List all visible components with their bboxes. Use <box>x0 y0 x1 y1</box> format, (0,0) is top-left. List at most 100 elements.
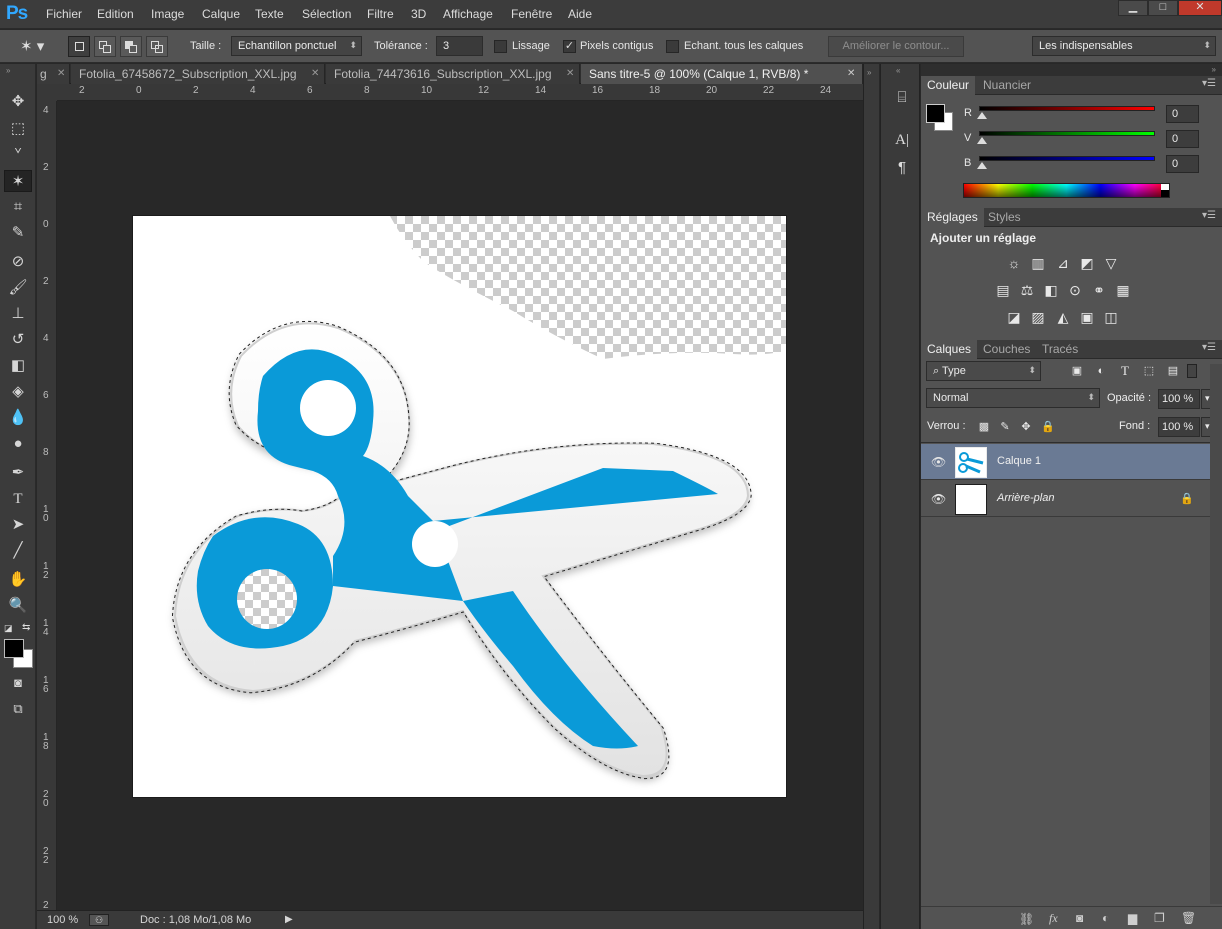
filter-pixel-icon[interactable]: ▣ <box>1068 363 1086 379</box>
filter-smart-object-icon[interactable]: ▤ <box>1164 363 1182 379</box>
filter-shape-icon[interactable]: ⬚ <box>1140 363 1158 379</box>
menu-fichier[interactable]: Fichier <box>46 7 82 21</box>
menu-3d[interactable]: 3D <box>411 7 426 21</box>
posterize-icon[interactable]: ▨ <box>1029 309 1047 325</box>
new-selection-mode-button[interactable] <box>68 36 90 57</box>
panel-collapse-icon[interactable]: » <box>867 68 871 77</box>
tolerance-input[interactable]: 3 <box>436 36 483 56</box>
lock-pixels-icon[interactable]: ✎ <box>996 419 1014 435</box>
echant-checkbox[interactable] <box>666 40 679 53</box>
add-mask-icon[interactable]: ◙ <box>1076 911 1083 925</box>
maximize-button[interactable]: □ <box>1148 0 1178 16</box>
close-tab-icon[interactable]: ✕ <box>57 64 65 84</box>
quick-mask-icon[interactable]: ◙ <box>4 672 32 694</box>
layer-row-arriere-plan[interactable]: 👁 Arrière-plan 🔒 <box>921 481 1210 517</box>
magic-wand-tool-icon[interactable]: ✶ <box>4 170 32 192</box>
panel-collapse-icon[interactable]: » <box>1212 65 1216 74</box>
red-value-input[interactable]: 0 <box>1166 105 1199 123</box>
brush-tool-icon[interactable]: 🖌 <box>4 277 32 299</box>
opacity-input[interactable]: 100 % <box>1158 389 1200 409</box>
blur-tool-icon[interactable]: 💧 <box>4 407 32 429</box>
blue-slider-thumb[interactable] <box>977 162 987 169</box>
add-selection-mode-button[interactable] <box>94 36 116 57</box>
menu-aide[interactable]: Aide <box>568 7 592 21</box>
pen-tool-icon[interactable]: ✒ <box>4 462 32 484</box>
status-menu-arrow-icon[interactable]: ▶ <box>285 914 293 925</box>
layer-filter-select[interactable]: ⌕ Type ⬍ <box>926 361 1041 381</box>
hue-saturation-icon[interactable]: ▤ <box>994 282 1012 298</box>
line-tool-icon[interactable]: ╱ <box>4 540 32 562</box>
lock-transparency-icon[interactable]: ▩ <box>975 419 993 435</box>
eyedropper-tool-icon[interactable]: ✎ <box>4 222 32 244</box>
subtract-selection-mode-button[interactable] <box>120 36 142 57</box>
curves-icon[interactable]: ⊿ <box>1054 255 1072 271</box>
color-lookup-icon[interactable]: ▦ <box>1114 282 1132 298</box>
panel-menu-icon[interactable]: ▾☰ <box>1202 342 1216 353</box>
photo-filter-icon[interactable]: ⊙ <box>1066 282 1084 298</box>
vertical-scrollbar[interactable]: » <box>863 64 879 929</box>
magic-wand-preset-icon[interactable]: ✶ ▾ <box>20 37 54 57</box>
screen-mode-icon[interactable]: ⧉ <box>4 698 32 720</box>
marquee-tool-icon[interactable]: ⬚ <box>4 118 32 140</box>
document-canvas[interactable] <box>133 216 786 797</box>
paragraph-panel-icon[interactable]: ¶ <box>891 158 913 178</box>
new-layer-icon[interactable]: ❐ <box>1154 911 1165 925</box>
color-ramp-black[interactable] <box>1161 190 1169 197</box>
menu-calque[interactable]: Calque <box>202 7 240 21</box>
tab-calques[interactable]: Calques <box>921 340 978 359</box>
history-brush-tool-icon[interactable]: ↺ <box>4 329 32 351</box>
taille-select[interactable]: Echantillon ponctuel ⬍ <box>231 36 362 56</box>
foreground-color-swatch[interactable] <box>926 104 945 123</box>
link-layers-icon[interactable]: ⛓ <box>1019 912 1034 926</box>
visibility-eye-icon[interactable]: 👁 <box>931 492 946 506</box>
menu-filtre[interactable]: Filtre <box>367 7 394 21</box>
threshold-icon[interactable]: ◭ <box>1054 309 1072 325</box>
panel-collapse-icon[interactable]: » <box>6 66 10 75</box>
pixels-contigus-checkbox[interactable]: ✓ <box>563 40 576 53</box>
layer-row-calque-1[interactable]: 👁 Calque 1 <box>921 444 1210 480</box>
default-colors-icon[interactable]: ◪ <box>4 623 13 634</box>
filter-adjustment-icon[interactable]: ◐ <box>1092 363 1110 379</box>
lock-position-icon[interactable]: ✥ <box>1017 419 1035 435</box>
tab-couleur[interactable]: Couleur <box>921 76 976 95</box>
green-slider[interactable] <box>979 131 1155 136</box>
close-tab-icon[interactable]: ✕ <box>566 64 574 84</box>
panel-menu-icon[interactable]: ▾☰ <box>1202 210 1216 221</box>
swap-colors-icon[interactable]: ⇆ <box>22 622 30 633</box>
menu-selection[interactable]: Sélection <box>302 7 351 21</box>
tab-fotolia-67458672[interactable]: Fotolia_67458672_Subscription_XXL.jpg ✕ <box>71 64 325 84</box>
panel-expand-icon[interactable]: « <box>896 66 900 75</box>
delete-layer-icon[interactable]: 🗑 <box>1181 911 1196 925</box>
red-slider-thumb[interactable] <box>977 112 987 119</box>
red-slider[interactable] <box>979 106 1155 111</box>
green-value-input[interactable]: 0 <box>1166 130 1199 148</box>
healing-brush-tool-icon[interactable]: ⊘ <box>4 251 32 273</box>
color-balance-icon[interactable]: ⚖ <box>1018 282 1036 298</box>
character-panel-icon[interactable]: A| <box>891 130 913 150</box>
lasso-tool-icon[interactable]: ᘁ <box>4 144 32 166</box>
paint-bucket-tool-icon[interactable]: ◈ <box>4 381 32 403</box>
tab-styles[interactable]: Styles <box>982 208 1027 227</box>
ameliorer-contour-button[interactable]: Améliorer le contour... <box>828 36 964 57</box>
layer-style-icon[interactable]: fx <box>1049 911 1058 926</box>
gradient-map-icon[interactable]: ▣ <box>1078 309 1096 325</box>
minimize-button[interactable]: ▁ <box>1118 0 1148 16</box>
move-tool-icon[interactable]: ✥ <box>4 91 32 113</box>
panel-menu-icon[interactable]: ▾☰ <box>1202 78 1216 89</box>
layer-name[interactable]: Calque 1 <box>997 455 1041 467</box>
visibility-eye-icon[interactable]: 👁 <box>931 455 946 469</box>
history-panel-icon[interactable]: ⌸ <box>891 88 913 108</box>
zoom-level[interactable]: 100 % <box>47 914 78 926</box>
lock-all-icon[interactable]: 🔒 <box>1039 419 1057 435</box>
menu-texte[interactable]: Texte <box>255 7 284 21</box>
tab-reglages[interactable]: Réglages <box>921 208 984 227</box>
invert-icon[interactable]: ◪ <box>1005 309 1023 325</box>
tab-traces[interactable]: Tracés <box>1036 340 1084 359</box>
menu-edition[interactable]: Edition <box>97 7 134 21</box>
menu-fenetre[interactable]: Fenêtre <box>511 7 552 21</box>
color-ramp[interactable] <box>963 183 1170 198</box>
foreground-color-swatch[interactable] <box>4 639 24 658</box>
close-tab-icon[interactable]: ✕ <box>311 64 319 84</box>
channel-mixer-icon[interactable]: ⚭ <box>1090 282 1108 298</box>
proof-icon[interactable]: ⚇ <box>89 914 109 926</box>
